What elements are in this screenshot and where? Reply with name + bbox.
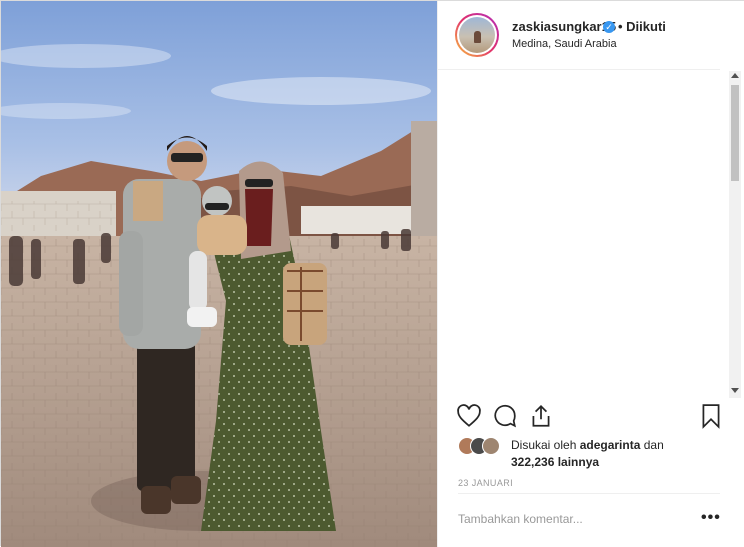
story-ring[interactable] bbox=[455, 13, 499, 57]
post-modal: zaskiasungkar15 ✓ • Diikuti Medina, Saud… bbox=[0, 0, 744, 547]
avatar[interactable] bbox=[457, 15, 497, 55]
scroll-up-arrow-icon[interactable] bbox=[731, 73, 739, 78]
liker-avatar[interactable] bbox=[482, 437, 500, 455]
more-options-icon[interactable]: ••• bbox=[701, 510, 721, 526]
avatar-image bbox=[459, 17, 495, 53]
scroll-down-arrow-icon[interactable] bbox=[731, 388, 739, 393]
verified-badge-icon: ✓ bbox=[603, 21, 615, 33]
comments-scrollbar[interactable] bbox=[729, 71, 741, 398]
post-side-panel: zaskiasungkar15 ✓ • Diikuti Medina, Saud… bbox=[437, 1, 744, 547]
liked-middle: dan bbox=[640, 438, 664, 452]
post-date[interactable]: 23 JANUARI bbox=[458, 478, 513, 488]
share-icon[interactable] bbox=[528, 403, 556, 431]
action-bar bbox=[438, 403, 738, 433]
scroll-thumb[interactable] bbox=[731, 85, 739, 181]
comment-input[interactable]: Tambahkan komentar... bbox=[458, 512, 583, 526]
post-header: zaskiasungkar15 ✓ • Diikuti Medina, Saud… bbox=[438, 1, 744, 69]
follow-status-button[interactable]: • Diikuti bbox=[618, 19, 666, 34]
liked-prefix: Disukai oleh bbox=[511, 438, 580, 452]
divider bbox=[438, 69, 720, 70]
username-link[interactable]: zaskiasungkar15 bbox=[512, 19, 616, 34]
photo-illustration bbox=[1, 1, 437, 547]
liked-user-link[interactable]: adegarinta bbox=[580, 438, 641, 452]
location-link[interactable]: Medina, Saudi Arabia bbox=[512, 38, 617, 50]
bookmark-icon[interactable] bbox=[698, 403, 726, 431]
post-photo[interactable] bbox=[1, 1, 437, 547]
likes-text: Disukai oleh adegarinta dan 322,236 lain… bbox=[511, 437, 741, 471]
divider bbox=[458, 493, 720, 494]
comment-icon[interactable] bbox=[492, 403, 520, 431]
likes-count-link[interactable]: 322,236 lainnya bbox=[511, 455, 599, 469]
heart-icon[interactable] bbox=[456, 403, 484, 431]
liker-avatars[interactable] bbox=[458, 437, 506, 455]
